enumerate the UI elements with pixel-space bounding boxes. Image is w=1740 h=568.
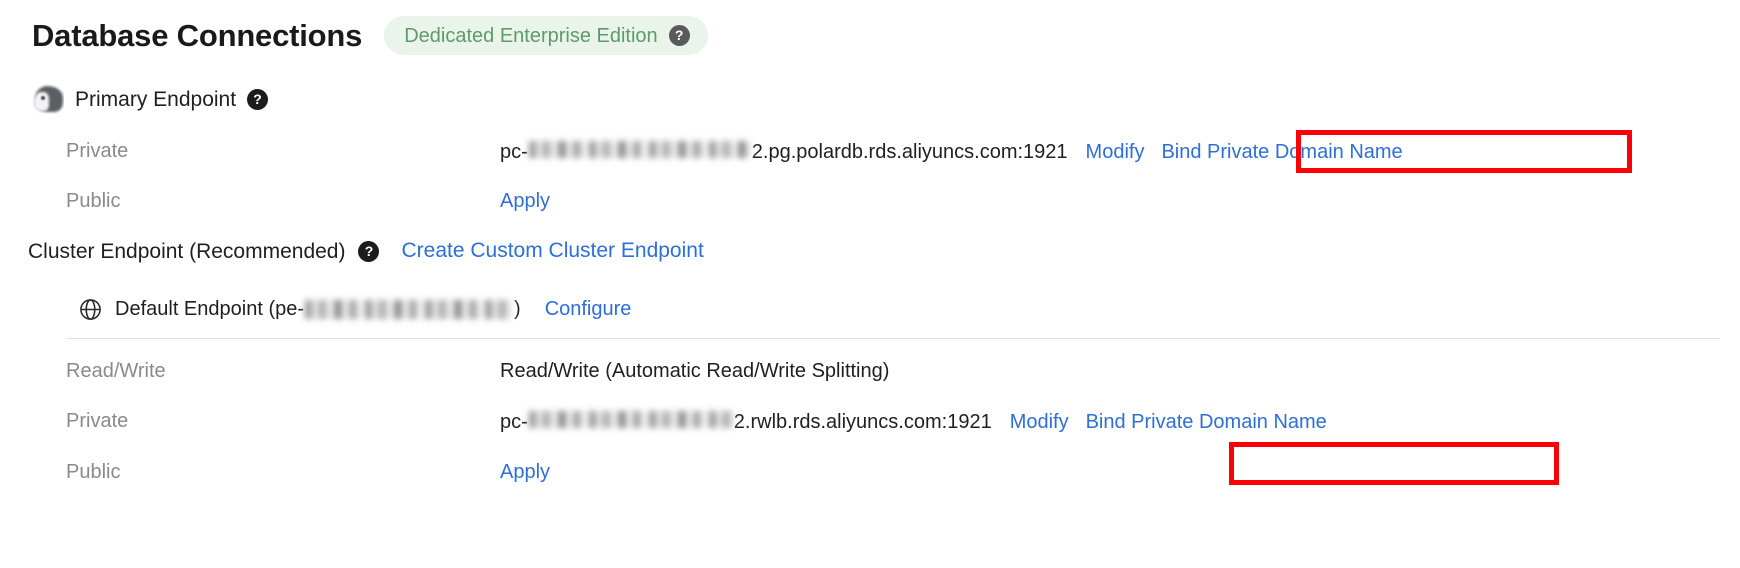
edition-badge: Dedicated Enterprise Edition ? [384,16,708,55]
help-icon[interactable]: ? [668,25,690,46]
help-icon[interactable]: ? [358,240,380,262]
redacted-endpoint-id [528,410,733,428]
bind-private-domain-name-link[interactable]: Bind Private Domain Name [1161,142,1402,162]
endpoint-suffix: 2.pg.polardb.rds.aliyuncs.com:1921 [751,140,1068,163]
cluster-endpoint-heading: Cluster Endpoint (Recommended) ? Create … [28,239,704,263]
table-row: Private pc- 2.pg.polardb.rds.aliyuncs.co… [0,137,1740,165]
row-value-public-endpoint: Apply [500,462,550,482]
row-label-private: Private [66,410,129,432]
cluster-endpoint-title: Cluster Endpoint (Recommended) [28,239,346,263]
primary-endpoint-heading: Primary Endpoint ? [32,84,269,114]
row-value-private-endpoint: pc- 2.rwlb.rds.aliyuncs.com:1921 Modify … [500,410,1327,433]
section-divider [66,338,1720,339]
default-endpoint-row: Default Endpoint (pe- ) Configure [78,297,631,322]
globe-icon [78,297,103,322]
read-write-mode: Read/Write (Automatic Read/Write Splitti… [500,360,890,382]
modify-link[interactable]: Modify [1086,142,1145,162]
endpoint-suffix: 2.rwlb.rds.aliyuncs.com:1921 [733,410,992,433]
row-actions: Modify Bind Private Domain Name [1086,142,1403,162]
row-label-read-write: Read/Write [66,360,166,382]
help-icon[interactable]: ? [247,88,269,110]
default-endpoint-label-prefix: Default Endpoint (pe- [115,298,305,320]
table-row: Read/Write Read/Write (Automatic Read/Wr… [0,357,1740,385]
configure-link[interactable]: Configure [545,298,632,321]
default-endpoint-name: Default Endpoint (pe- ) [115,298,521,321]
primary-endpoint-title: Primary Endpoint [75,87,237,111]
row-label-private: Private [66,140,129,162]
row-label-public: Public [66,461,121,483]
database-connections-page: Database Connections Dedicated Enterpris… [0,0,1740,568]
table-row: Public Apply [0,458,1740,486]
redacted-endpoint-id [305,300,514,319]
polardb-mascot-icon [32,84,64,114]
table-row: Public Apply [0,187,1740,215]
row-value-read-write: Read/Write (Automatic Read/Write Splitti… [500,361,889,381]
page-header: Database Connections Dedicated Enterpris… [32,16,708,55]
endpoint-prefix: pc- [500,140,528,163]
page-title: Database Connections [32,18,363,53]
create-custom-cluster-endpoint-link[interactable]: Create Custom Cluster Endpoint [401,239,703,263]
modify-link[interactable]: Modify [1010,412,1069,432]
apply-link[interactable]: Apply [500,462,550,482]
bind-private-domain-name-link[interactable]: Bind Private Domain Name [1086,412,1327,432]
default-endpoint-label-suffix: ) [514,298,521,320]
edition-badge-label: Dedicated Enterprise Edition [404,24,658,47]
row-actions: Modify Bind Private Domain Name [1010,412,1327,432]
row-value-private-endpoint: pc- 2.pg.polardb.rds.aliyuncs.com:1921 M… [500,140,1403,163]
endpoint-prefix: pc- [500,410,528,433]
row-label-public: Public [66,190,121,212]
redacted-endpoint-id [528,140,751,158]
table-row: Private pc- 2.rwlb.rds.aliyuncs.com:1921… [0,407,1740,435]
row-value-public-endpoint: Apply [500,191,550,211]
apply-link[interactable]: Apply [500,191,550,211]
